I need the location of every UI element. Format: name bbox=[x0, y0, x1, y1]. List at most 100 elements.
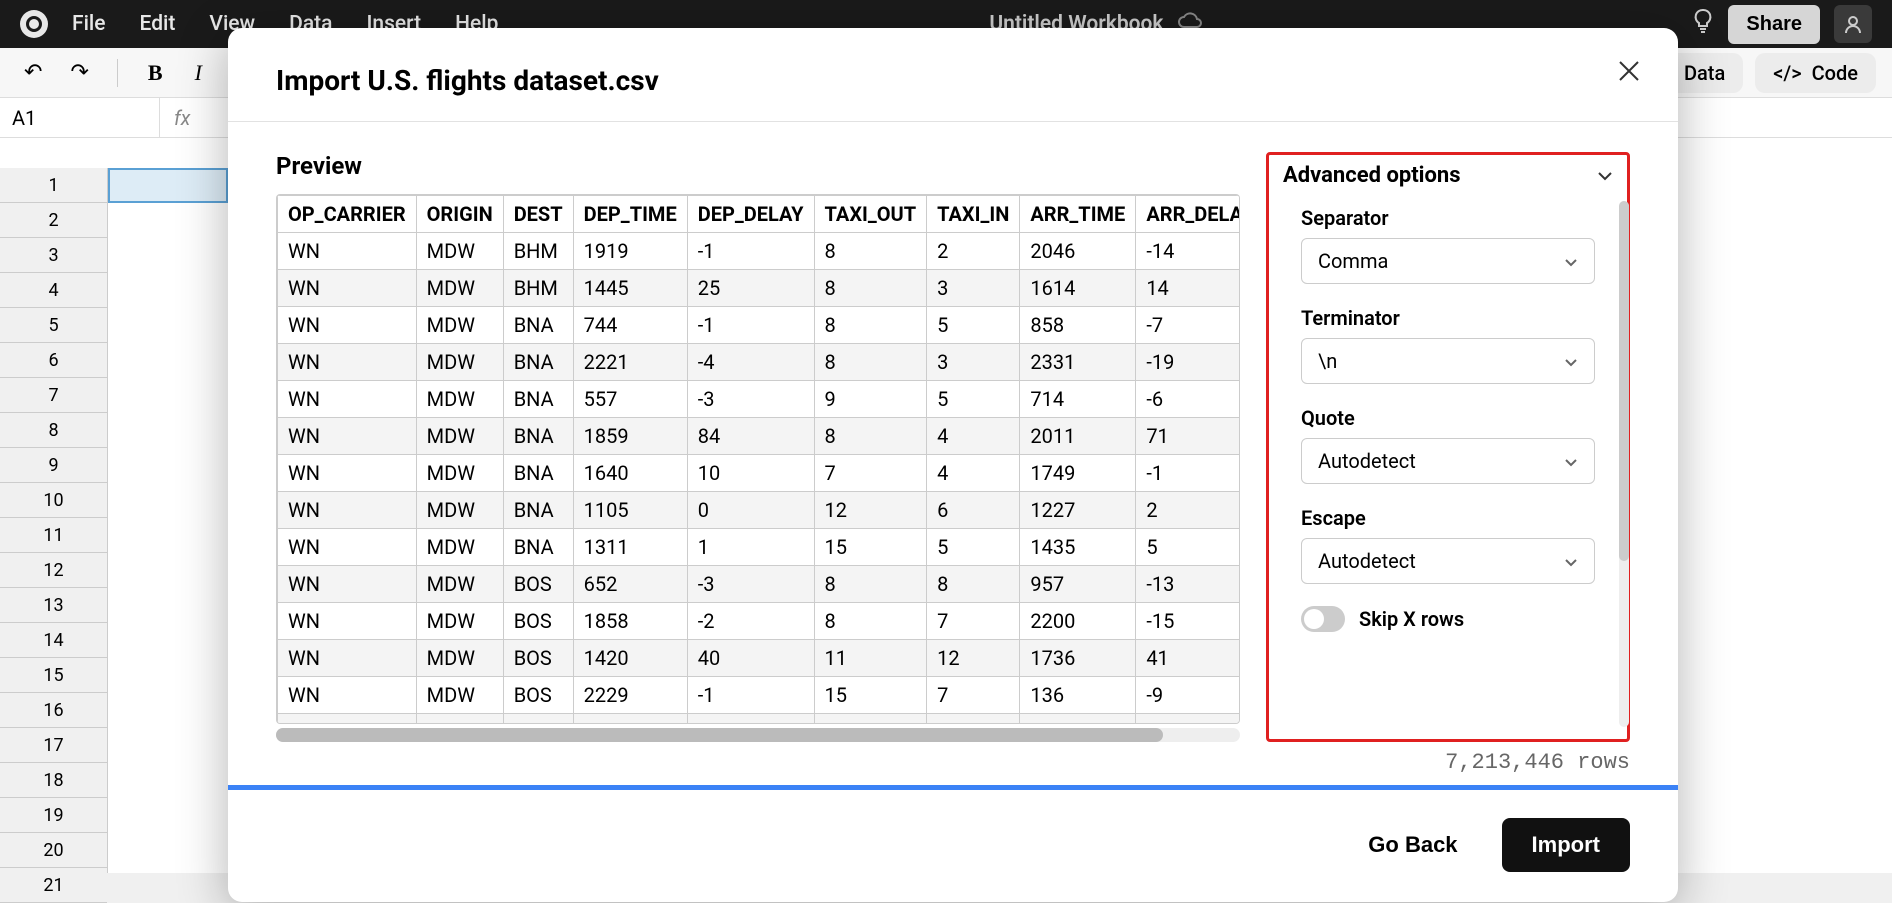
table-cell: -1 bbox=[687, 307, 814, 344]
column-header: DEST bbox=[503, 196, 573, 233]
table-cell: 744 bbox=[573, 307, 687, 344]
table-cell: 1736 bbox=[1020, 640, 1136, 677]
advanced-options-toggle[interactable]: Advanced options bbox=[1283, 163, 1613, 188]
table-cell: MDW bbox=[416, 381, 503, 418]
table-row: WNMDWBOS14204011121736410 bbox=[278, 640, 1241, 677]
escape-select[interactable]: Autodetect bbox=[1301, 538, 1595, 584]
table-row: WNMDWBOS2229-1157136-90 bbox=[278, 677, 1241, 714]
table-cell: MDW bbox=[416, 233, 503, 270]
horizontal-scrollbar[interactable] bbox=[276, 728, 1240, 742]
table-cell: MDW bbox=[416, 492, 503, 529]
modal-title: Import U.S. flights dataset.csv bbox=[276, 64, 1630, 97]
terminator-label: Terminator bbox=[1301, 306, 1595, 330]
table-cell: 1749 bbox=[1020, 455, 1136, 492]
table-cell: MDW bbox=[416, 640, 503, 677]
advanced-options-label: Advanced options bbox=[1283, 163, 1461, 188]
escape-value: Autodetect bbox=[1318, 549, 1416, 573]
table-row: WNMDWBNA2221-4832331-190 bbox=[278, 344, 1241, 381]
table-cell: WN bbox=[278, 307, 417, 344]
table-cell: -19 bbox=[1136, 344, 1240, 381]
chevron-down-icon bbox=[1564, 352, 1578, 371]
table-cell: WN bbox=[278, 344, 417, 381]
table-cell: WN bbox=[278, 381, 417, 418]
table-row: WNMDWBHM1919-1822046-140 bbox=[278, 233, 1241, 270]
table-row: WNMDWBNA744-185858-70 bbox=[278, 307, 1241, 344]
preview-label: Preview bbox=[276, 152, 1240, 180]
quote-select[interactable]: Autodetect bbox=[1301, 438, 1595, 484]
table-cell: 1033 bbox=[573, 714, 687, 725]
scrollbar-thumb[interactable] bbox=[276, 728, 1163, 742]
column-header: OP_CARRIER bbox=[278, 196, 417, 233]
table-cell: WN bbox=[278, 455, 417, 492]
table-cell: -1 bbox=[1136, 455, 1240, 492]
table-cell: 9 bbox=[814, 381, 927, 418]
table-cell: 8 bbox=[814, 344, 927, 381]
table-cell: 8 bbox=[927, 566, 1020, 603]
table-cell: -13 bbox=[1136, 566, 1240, 603]
import-button[interactable]: Import bbox=[1502, 818, 1630, 872]
table-cell: -3 bbox=[687, 714, 814, 725]
go-back-button[interactable]: Go Back bbox=[1342, 818, 1483, 872]
row-header[interactable]: 21 bbox=[0, 868, 107, 903]
table-cell: 12 bbox=[927, 640, 1020, 677]
chevron-down-icon bbox=[1564, 452, 1578, 471]
table-cell: BOS bbox=[503, 640, 573, 677]
separator-select[interactable]: Comma bbox=[1301, 238, 1595, 284]
table-cell: 1858 bbox=[573, 603, 687, 640]
table-cell: 2046 bbox=[1020, 233, 1136, 270]
table-cell: 5 bbox=[927, 307, 1020, 344]
table-row: WNMDWBNA164010741749-10 bbox=[278, 455, 1241, 492]
table-cell: 6 bbox=[927, 492, 1020, 529]
table-cell: 8 bbox=[814, 603, 927, 640]
preview-table-container[interactable]: OP_CARRIERORIGINDESTDEP_TIMEDEP_DELAYTAX… bbox=[276, 194, 1240, 724]
table-cell: 136 bbox=[1020, 677, 1136, 714]
table-cell: -3 bbox=[687, 381, 814, 418]
table-cell: 7 bbox=[927, 677, 1020, 714]
table-cell: BNA bbox=[503, 418, 573, 455]
table-cell: MDW bbox=[416, 418, 503, 455]
table-cell: WN bbox=[278, 640, 417, 677]
table-cell: BHM bbox=[503, 270, 573, 307]
table-cell: 0 bbox=[687, 492, 814, 529]
table-row: WNMDWBNA557-395714-60 bbox=[278, 381, 1241, 418]
table-cell: 10 bbox=[687, 455, 814, 492]
table-cell: 14 bbox=[1136, 270, 1240, 307]
table-cell: WN bbox=[278, 529, 417, 566]
table-cell: 15 bbox=[814, 677, 927, 714]
scrollbar-thumb[interactable] bbox=[1619, 201, 1629, 561]
table-cell: 40 bbox=[687, 640, 814, 677]
table-cell: WN bbox=[278, 566, 417, 603]
table-cell: 1105 bbox=[573, 492, 687, 529]
table-cell: -2 bbox=[687, 603, 814, 640]
skip-rows-toggle[interactable] bbox=[1301, 606, 1345, 632]
advanced-scrollbar[interactable] bbox=[1619, 201, 1629, 727]
table-row: WNMDWBNA185984842011710 bbox=[278, 418, 1241, 455]
close-icon[interactable] bbox=[1616, 58, 1642, 91]
table-cell: BOS bbox=[503, 677, 573, 714]
chevron-down-icon bbox=[1564, 552, 1578, 571]
modal-backdrop: Import U.S. flights dataset.csv Preview … bbox=[0, 0, 1892, 873]
table-cell: 5 bbox=[927, 529, 1020, 566]
terminator-select[interactable]: \n bbox=[1301, 338, 1595, 384]
table-cell: 5 bbox=[1136, 529, 1240, 566]
table-cell: -6 bbox=[1136, 381, 1240, 418]
table-cell: 1420 bbox=[573, 640, 687, 677]
table-cell: 4 bbox=[927, 418, 1020, 455]
table-cell: 1227 bbox=[1020, 492, 1136, 529]
table-cell: -14 bbox=[1136, 233, 1240, 270]
table-cell: 8 bbox=[814, 307, 927, 344]
table-row: WNMDWBOS652-388957-130 bbox=[278, 566, 1241, 603]
table-cell: 2125 bbox=[1020, 714, 1136, 725]
table-cell: 858 bbox=[1020, 307, 1136, 344]
import-csv-modal: Import U.S. flights dataset.csv Preview … bbox=[228, 28, 1678, 902]
table-cell: MDW bbox=[416, 455, 503, 492]
table-cell: WN bbox=[278, 233, 417, 270]
advanced-options-panel: Advanced options Separator Comma Termina… bbox=[1266, 152, 1630, 742]
table-cell: MDW bbox=[416, 566, 503, 603]
table-cell: 8 bbox=[814, 233, 927, 270]
table-cell: 2221 bbox=[573, 344, 687, 381]
table-cell: 8 bbox=[814, 566, 927, 603]
table-cell: 5 bbox=[927, 381, 1020, 418]
table-cell: 652 bbox=[573, 566, 687, 603]
table-cell: 11 bbox=[814, 640, 927, 677]
